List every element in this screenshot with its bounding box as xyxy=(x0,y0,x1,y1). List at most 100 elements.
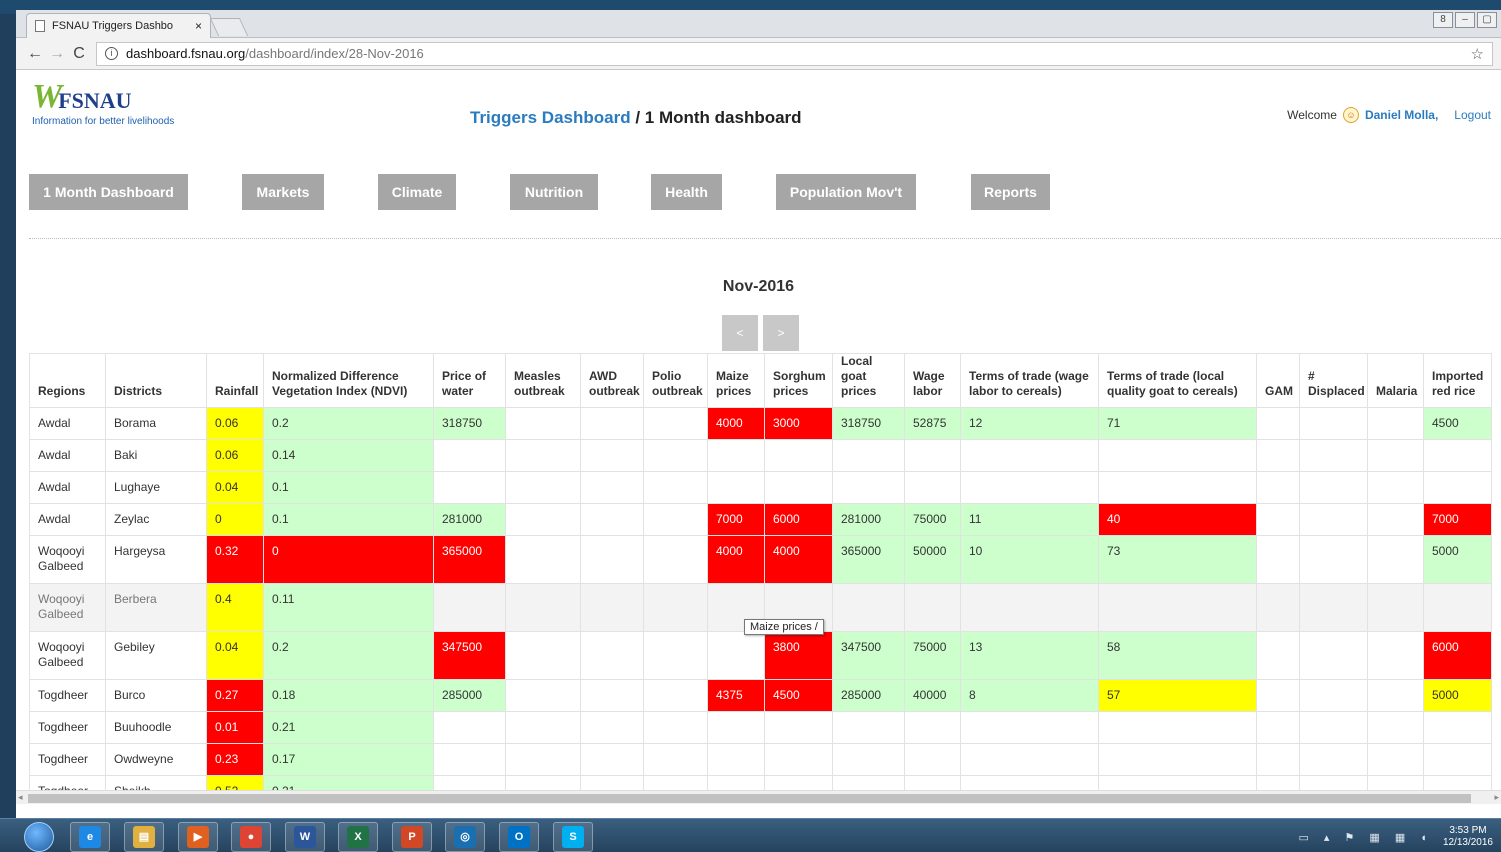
scroll-left-arrow-icon[interactable]: ◂ xyxy=(18,792,23,803)
table-cell xyxy=(707,711,765,744)
table-cell xyxy=(643,743,708,776)
table-cell: 347500 xyxy=(832,631,905,680)
region-cell: Awdal xyxy=(29,439,106,472)
table-cell xyxy=(1098,583,1257,632)
table-cell xyxy=(505,583,581,632)
table-cell xyxy=(1367,535,1424,584)
start-button[interactable] xyxy=(24,822,54,852)
table-cell xyxy=(764,711,833,744)
table-cell xyxy=(580,535,644,584)
user-icon[interactable]: 8 xyxy=(1433,12,1453,28)
nav-health[interactable]: Health xyxy=(651,174,722,210)
maximize-icon[interactable]: ▢ xyxy=(1477,12,1497,28)
table-cell xyxy=(1299,679,1368,712)
region-cell: Awdal xyxy=(29,503,106,536)
browser-window: FSNAU Triggers Dashbo × 8 – ▢ ← → C i da… xyxy=(16,10,1501,818)
reload-icon[interactable]: C xyxy=(68,45,90,63)
nav-reports[interactable]: Reports xyxy=(971,174,1050,210)
breadcrumb-separator: / xyxy=(630,108,645,127)
table-cell: 0.4 xyxy=(206,583,264,632)
table-row: Awdal Zeylac 0 0.1 281000 7000 6000 281000 75000… xyxy=(29,503,1492,536)
browser-tab[interactable]: FSNAU Triggers Dashbo × xyxy=(26,13,211,38)
bookmark-star-icon[interactable]: ☆ xyxy=(1471,45,1484,63)
tray-icons[interactable]: ▭ ▴ ⚑ ▦ ▦ ◖ xyxy=(1298,831,1433,844)
table-cell xyxy=(505,407,581,440)
table-cell: 0.06 xyxy=(206,439,264,472)
table-cell: 8 xyxy=(960,679,1099,712)
table-cell xyxy=(505,535,581,584)
new-tab-button[interactable] xyxy=(209,18,249,36)
taskbar-app[interactable]: O xyxy=(499,822,539,852)
nav-1-month-dashboard[interactable]: 1 Month Dashboard xyxy=(29,174,188,210)
breadcrumb-link[interactable]: Triggers Dashboard xyxy=(470,108,631,127)
taskbar-app[interactable]: e xyxy=(70,822,110,852)
table-cell xyxy=(580,583,644,632)
table-cell: 0.04 xyxy=(206,471,264,504)
taskbar-app[interactable]: S xyxy=(553,822,593,852)
taskbar-app[interactable]: ● xyxy=(231,822,271,852)
table-cell xyxy=(1299,407,1368,440)
logout-link[interactable]: Logout xyxy=(1454,108,1491,122)
nav-population-movement[interactable]: Population Mov't xyxy=(776,174,916,210)
url-input[interactable]: i dashboard.fsnau.org /dashboard/index/2… xyxy=(96,41,1493,66)
back-arrow-icon[interactable]: ← xyxy=(24,45,46,63)
fsnau-logo[interactable]: W FSNAU Information for better livelihoo… xyxy=(32,80,174,128)
table-cell: 4375 xyxy=(707,679,765,712)
table-cell: 281000 xyxy=(832,503,905,536)
clock[interactable]: 3:53 PM 12/13/2016 xyxy=(1443,825,1493,849)
table-cell xyxy=(1256,503,1300,536)
horizontal-scrollbar[interactable]: ◂ ▸ xyxy=(16,790,1501,804)
scroll-right-arrow-icon[interactable]: ▸ xyxy=(1494,792,1499,803)
scrollbar-thumb[interactable] xyxy=(28,794,1471,803)
table-cell: 52875 xyxy=(904,407,961,440)
table-cell: 318750 xyxy=(832,407,905,440)
info-icon[interactable]: i xyxy=(105,47,118,60)
taskbar-app[interactable]: X xyxy=(338,822,378,852)
taskbar-app[interactable]: ▤ xyxy=(124,822,164,852)
table-cell xyxy=(1256,535,1300,584)
nav-nutrition[interactable]: Nutrition xyxy=(510,174,598,210)
taskbar-app[interactable]: ▶ xyxy=(178,822,218,852)
taskbar-app[interactable]: W xyxy=(285,822,325,852)
taskbar-app[interactable]: P xyxy=(392,822,432,852)
next-month-button[interactable]: > xyxy=(763,315,799,351)
table-cell xyxy=(643,583,708,632)
table-cell: 0 xyxy=(206,503,264,536)
taskbar-app[interactable]: ◎ xyxy=(445,822,485,852)
minimize-icon[interactable]: – xyxy=(1455,12,1475,28)
forward-arrow-icon[interactable]: → xyxy=(46,45,68,63)
triggers-table: Regions Districts Rainfall Normalized Diffe… xyxy=(29,353,1492,804)
table-cell: 3800 xyxy=(764,631,833,680)
table-cell xyxy=(1367,711,1424,744)
column-header: Malaria xyxy=(1367,353,1424,408)
table-cell xyxy=(1299,583,1368,632)
table-cell: 58 xyxy=(1098,631,1257,680)
district-cell: Hargeysa xyxy=(105,535,207,584)
table-cell: 7000 xyxy=(1423,503,1492,536)
table-cell xyxy=(433,711,506,744)
table-cell xyxy=(1256,583,1300,632)
window-controls: 8 – ▢ xyxy=(1433,12,1497,28)
table-cell: 4500 xyxy=(764,679,833,712)
table-row: Awdal Lughaye 0.04 0.1 xyxy=(29,471,1492,504)
table-cell: 71 xyxy=(1098,407,1257,440)
prev-month-button[interactable]: < xyxy=(722,315,758,351)
table-cell xyxy=(505,679,581,712)
table-cell xyxy=(580,711,644,744)
table-cell xyxy=(1423,471,1492,504)
table-cell xyxy=(1256,407,1300,440)
url-host: dashboard.fsnau.org xyxy=(126,46,246,61)
column-header: Price of water xyxy=(433,353,506,408)
table-cell xyxy=(1299,535,1368,584)
table-row: Togdheer Buuhoodle 0.01 0.21 xyxy=(29,711,1492,744)
table-cell xyxy=(1367,407,1424,440)
table-cell: 0.14 xyxy=(263,439,434,472)
nav-climate[interactable]: Climate xyxy=(378,174,456,210)
table-cell xyxy=(580,743,644,776)
user-name-link[interactable]: Daniel Molla, xyxy=(1365,108,1438,122)
close-tab-icon[interactable]: × xyxy=(195,19,202,33)
table-cell xyxy=(643,679,708,712)
table-cell xyxy=(643,631,708,680)
column-header: Regions xyxy=(29,353,106,408)
nav-markets[interactable]: Markets xyxy=(242,174,324,210)
